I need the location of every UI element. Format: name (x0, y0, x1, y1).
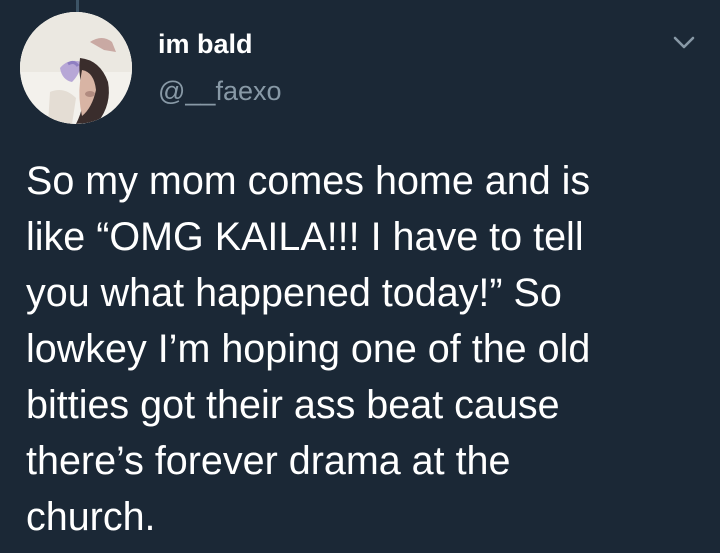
tweet-text: So my mom comes home and is like “OMG KA… (26, 153, 706, 545)
tweet-text-line: lowkey I’m hoping one of the old (26, 327, 591, 371)
display-name[interactable]: im bald (158, 28, 253, 60)
tweet-text-line: there’s forever drama at the (26, 439, 511, 483)
tweet-text-line: you what happened today!” So (26, 271, 562, 315)
tweet-text-line: So my mom comes home and is (26, 159, 591, 203)
tweet-text-line: church. (26, 495, 156, 539)
tweet-text-line: like “OMG KAILA!!! I have to tell (26, 215, 584, 259)
username-handle[interactable]: @__faexo (158, 75, 282, 107)
tweet-text-line: bitties got their ass beat cause (26, 383, 560, 427)
avatar[interactable] (20, 12, 132, 124)
chevron-down-icon[interactable] (672, 34, 696, 52)
avatar-photo (20, 12, 132, 124)
tweet-card: im bald @__faexo So my mom comes home an… (0, 0, 720, 553)
